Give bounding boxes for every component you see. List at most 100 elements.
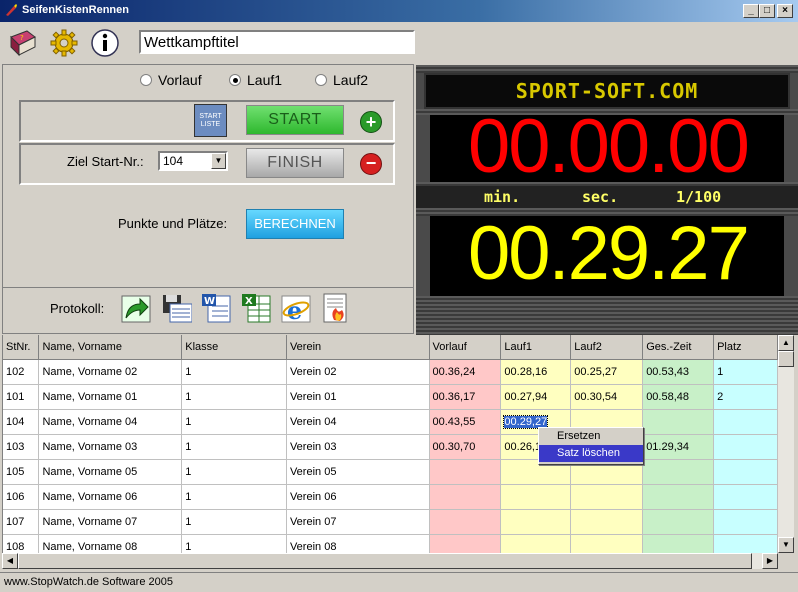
table-cell[interactable] xyxy=(642,509,715,535)
table-cell[interactable] xyxy=(713,509,778,535)
radio-vorlauf-circle[interactable] xyxy=(140,74,152,86)
table-cell[interactable] xyxy=(429,534,502,553)
ziel-startnr-select[interactable]: 104 ▼ xyxy=(158,151,228,171)
table-cell[interactable] xyxy=(713,409,778,435)
table-cell[interactable]: 104 xyxy=(3,409,40,435)
scroll-down-icon[interactable]: ▼ xyxy=(778,537,794,553)
table-cell[interactable] xyxy=(500,534,572,553)
table-cell[interactable]: Verein 02 xyxy=(286,359,430,385)
scroll-right-icon[interactable]: ▶ xyxy=(762,553,778,569)
chevron-down-icon[interactable]: ▼ xyxy=(211,153,226,169)
table-cell[interactable]: 00.58,48 xyxy=(642,384,715,410)
selected-cell-value[interactable]: 00.29,27 xyxy=(503,414,549,429)
menu-item-satz-loeschen[interactable]: Satz löschen xyxy=(539,445,643,462)
table-cell[interactable]: Name, Vorname 06 xyxy=(38,484,183,510)
column-header[interactable]: Vorlauf xyxy=(429,335,502,360)
table-row[interactable]: 106 Name, Vorname 06 1 Verein 06 xyxy=(3,484,778,510)
table-cell[interactable]: 101 xyxy=(3,384,40,410)
table-cell[interactable] xyxy=(713,434,778,460)
table-row[interactable]: 101 Name, Vorname 01 1 Verein 01 00.36,17 00.… xyxy=(3,384,778,410)
column-header[interactable]: Klasse xyxy=(181,335,287,360)
startliste-button[interactable]: START LISTE xyxy=(194,104,227,137)
finish-button[interactable]: FINISH xyxy=(246,148,344,178)
word-doc-icon[interactable]: W xyxy=(200,292,232,324)
table-cell[interactable]: Name, Vorname 01 xyxy=(38,384,183,410)
table-cell[interactable]: 102 xyxy=(3,359,40,385)
title-bar[interactable]: SeifenKistenRennen _ □ × xyxy=(0,0,798,22)
table-cell[interactable]: 107 xyxy=(3,509,40,535)
table-cell[interactable]: 00.28,16 xyxy=(500,359,572,385)
info-icon[interactable] xyxy=(89,27,121,59)
table-cell[interactable] xyxy=(429,509,502,535)
table-row[interactable]: 105 Name, Vorname 05 1 Verein 05 xyxy=(3,459,778,485)
table-cell[interactable]: Name, Vorname 07 xyxy=(38,509,183,535)
table-row[interactable]: 107 Name, Vorname 07 1 Verein 07 xyxy=(3,509,778,535)
save-disk-icon[interactable] xyxy=(160,292,192,324)
table-row[interactable]: 108 Name, Vorname 08 1 Verein 08 xyxy=(3,534,778,553)
radio-lauf1-circle[interactable] xyxy=(229,74,241,86)
table-cell[interactable]: 00.36,17 xyxy=(429,384,502,410)
table-cell[interactable] xyxy=(713,459,778,485)
column-header[interactable]: Lauf1 xyxy=(500,335,572,360)
table-cell[interactable]: 1 xyxy=(181,534,287,553)
table-cell[interactable] xyxy=(570,509,644,535)
start-button[interactable]: START xyxy=(246,105,344,135)
table-cell[interactable] xyxy=(713,484,778,510)
table-cell[interactable]: 1 xyxy=(181,484,287,510)
table-cell[interactable]: Verein 06 xyxy=(286,484,430,510)
radio-vorlauf[interactable]: Vorlauf xyxy=(140,72,202,88)
radio-lauf1[interactable]: Lauf1 xyxy=(229,72,282,88)
radio-lauf2[interactable]: Lauf2 xyxy=(315,72,368,88)
remove-runner-icon[interactable]: − xyxy=(360,153,382,175)
column-header[interactable]: StNr. xyxy=(3,335,40,360)
column-header[interactable]: Ges.-Zeit xyxy=(642,335,715,360)
vertical-scroll-thumb[interactable] xyxy=(778,351,794,367)
table-cell[interactable]: 105 xyxy=(3,459,40,485)
table-cell[interactable]: 106 xyxy=(3,484,40,510)
table-cell[interactable]: 1 xyxy=(181,359,287,385)
column-header[interactable]: Verein xyxy=(286,335,430,360)
table-cell[interactable]: Name, Vorname 08 xyxy=(38,534,183,553)
table-cell[interactable]: Verein 03 xyxy=(286,434,430,460)
table-cell[interactable] xyxy=(642,409,715,435)
table-cell[interactable]: 103 xyxy=(3,434,40,460)
close-button[interactable]: × xyxy=(777,4,793,18)
table-cell[interactable] xyxy=(570,534,644,553)
results-grid[interactable]: StNr. Name, Vorname Klasse Verein Vorlauf Lau… xyxy=(2,335,778,553)
table-cell[interactable]: 108 xyxy=(3,534,40,553)
table-cell[interactable]: Verein 05 xyxy=(286,459,430,485)
minimize-button[interactable]: _ xyxy=(743,4,759,18)
table-cell[interactable]: 1 xyxy=(181,384,287,410)
table-cell[interactable]: Name, Vorname 04 xyxy=(38,409,183,435)
table-cell[interactable]: 00.25,27 xyxy=(570,359,644,385)
table-cell[interactable]: 1 xyxy=(181,509,287,535)
vertical-scrollbar[interactable]: ▲ ▼ xyxy=(778,335,794,553)
table-cell[interactable]: 1 xyxy=(181,459,287,485)
table-cell[interactable]: Verein 08 xyxy=(286,534,430,553)
column-header[interactable]: Platz xyxy=(713,335,778,360)
table-cell[interactable]: 00.53,43 xyxy=(642,359,715,385)
table-cell[interactable]: 01.29,34 xyxy=(642,434,715,460)
table-cell[interactable] xyxy=(642,534,715,553)
horizontal-scrollbar[interactable]: ◀ ▶ xyxy=(2,553,778,569)
table-cell[interactable]: Name, Vorname 02 xyxy=(38,359,183,385)
table-cell[interactable]: 2 xyxy=(713,384,778,410)
table-cell[interactable]: 00.36,24 xyxy=(429,359,502,385)
column-header[interactable]: Lauf2 xyxy=(570,335,644,360)
table-cell[interactable]: 1 xyxy=(181,434,287,460)
table-cell[interactable] xyxy=(500,484,572,510)
table-cell[interactable]: Verein 07 xyxy=(286,509,430,535)
table-row[interactable]: 104 Name, Vorname 04 1 Verein 04 00.43,55 00.… xyxy=(3,409,778,435)
table-cell[interactable] xyxy=(642,484,715,510)
table-cell[interactable] xyxy=(429,459,502,485)
help-book-icon[interactable]: ? xyxy=(7,27,39,59)
table-cell[interactable]: 00.27,94 xyxy=(500,384,572,410)
add-runner-icon[interactable]: + xyxy=(360,111,382,133)
scroll-up-icon[interactable]: ▲ xyxy=(778,335,794,351)
internet-explorer-icon[interactable]: e xyxy=(280,292,312,324)
table-cell[interactable] xyxy=(500,509,572,535)
table-cell[interactable] xyxy=(570,484,644,510)
column-header[interactable]: Name, Vorname xyxy=(38,335,183,360)
berechnen-button[interactable]: BERECHNEN xyxy=(246,209,344,239)
table-cell[interactable]: Verein 04 xyxy=(286,409,430,435)
